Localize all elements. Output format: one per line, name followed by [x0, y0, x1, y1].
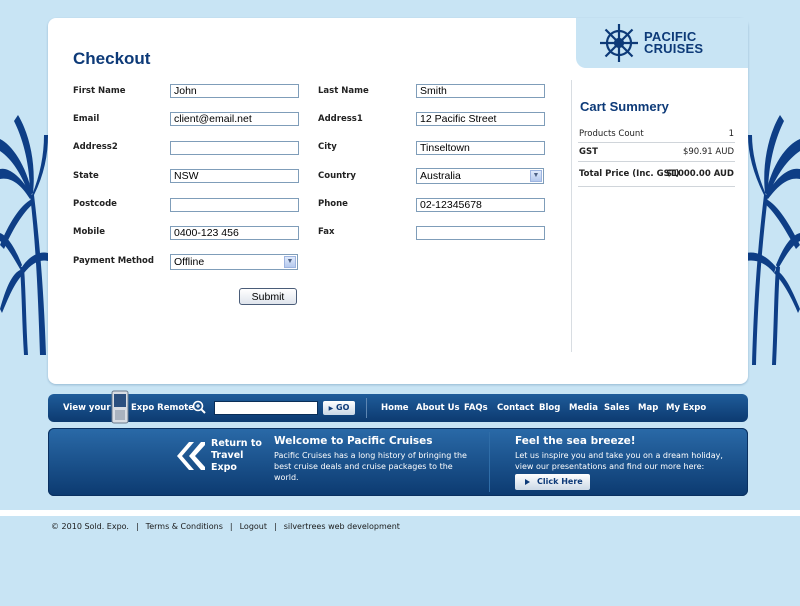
last-name-label: Last Name [318, 86, 369, 96]
address1-input[interactable]: 12 Pacific Street [416, 112, 545, 126]
search-icon [192, 400, 206, 414]
submit-button[interactable]: Submit [239, 288, 297, 305]
cart-row-value: 1 [728, 129, 734, 139]
return-to-travel-expo-link[interactable]: Return to Travel Expo [211, 438, 262, 474]
footer-separator: | [135, 522, 139, 531]
postcode-label: Postcode [73, 199, 117, 209]
welcome-body: Pacific Cruises has a long history of br… [274, 450, 467, 483]
cart-divider [578, 142, 735, 143]
promo-divider [489, 432, 490, 492]
fax-input[interactable] [416, 226, 545, 240]
go-label: GO [336, 403, 350, 412]
breeze-body: Let us inspire you and take you on a dre… [515, 450, 723, 472]
page-title: Checkout [73, 49, 151, 68]
breeze-line: Let us inspire you and take you on a dre… [515, 451, 723, 460]
brand-line-2: CRUISES [644, 41, 704, 56]
play-arrow-icon [525, 479, 530, 485]
welcome-title: Welcome to Pacific Cruises [274, 435, 433, 447]
return-line: Return to [211, 438, 262, 449]
address2-label: Address2 [73, 142, 118, 152]
payment-method-select[interactable]: Offline ▼ [170, 254, 298, 270]
copyright-text: © 2010 Sold. Expo. [51, 522, 129, 531]
cart-row-label: Total Price (Inc. GST) [579, 169, 680, 179]
breeze-title: Feel the sea breeze! [515, 435, 636, 447]
postcode-input[interactable] [170, 198, 299, 212]
nav-link-map[interactable]: Map [638, 403, 658, 413]
address2-input[interactable] [170, 141, 299, 155]
palm-tree-left-image [0, 115, 48, 355]
last-name-input[interactable]: Smith [416, 84, 545, 98]
chevron-down-icon[interactable]: ▼ [284, 256, 296, 268]
welcome-line: Pacific Cruises has a long history of br… [274, 451, 467, 460]
footer-separator: | [229, 522, 233, 531]
cart-summary-title: Cart Summery [580, 99, 669, 114]
footer-link-silvertrees[interactable]: silvertrees web development [284, 522, 400, 531]
cart-divider [578, 161, 735, 162]
palm-tree-right-image [746, 115, 800, 365]
breeze-line: view our presentations and find our more… [515, 462, 705, 471]
cart-row-products-count: Products Count 1 [579, 129, 734, 143]
welcome-line: world. [274, 473, 299, 482]
expo-remote-label: Expo Remote [131, 403, 195, 413]
cart-divider [578, 186, 735, 187]
checkout-card [48, 18, 748, 384]
return-line: Expo [211, 462, 237, 473]
country-select[interactable]: Australia ▼ [416, 168, 544, 184]
nav-link-faqs[interactable]: FAQs [464, 403, 488, 413]
go-button[interactable]: ▶ GO [323, 401, 355, 415]
brand-logo[interactable]: PACIFIC CRUISES [598, 22, 703, 64]
cart-row-value: $90.91 AUD [682, 147, 734, 157]
email-label: Email [73, 114, 100, 124]
cart-row-label: GST [579, 147, 598, 157]
nav-divider [366, 398, 367, 418]
nav-link-contact[interactable]: Contact [497, 403, 534, 413]
address1-label: Address1 [318, 114, 363, 124]
nav-link-home[interactable]: Home [381, 403, 409, 413]
nav-link-blog[interactable]: Blog [539, 403, 560, 413]
cart-row-value: $1000.00 AUD [666, 169, 734, 179]
nav-link-media[interactable]: Media [569, 403, 598, 413]
mobile-label: Mobile [73, 227, 105, 237]
cart-row-gst: GST $90.91 AUD [579, 147, 734, 161]
fax-label: Fax [318, 227, 335, 237]
nav-link-about-us[interactable]: About Us [416, 403, 460, 413]
nav-link-my-expo[interactable]: My Expo [666, 403, 706, 413]
footer-link-logout[interactable]: Logout [240, 522, 267, 531]
double-chevron-left-icon[interactable] [175, 440, 205, 472]
footer-link-terms[interactable]: Terms & Conditions [146, 522, 223, 531]
first-name-label: First Name [73, 86, 126, 96]
chevron-down-icon[interactable]: ▼ [530, 170, 542, 182]
state-label: State [73, 171, 99, 181]
nav-link-sales[interactable]: Sales [604, 403, 630, 413]
ship-wheel-icon [600, 24, 638, 62]
country-label: Country [318, 171, 356, 181]
first-name-input[interactable]: John [170, 84, 299, 98]
search-input[interactable] [214, 401, 318, 415]
return-line: Travel [211, 450, 244, 461]
footer-separator: | [274, 522, 277, 531]
click-here-button[interactable]: Click Here [515, 474, 590, 490]
welcome-line: best cruise deals and cruise packages to… [274, 462, 453, 471]
mobile-phone-icon [111, 390, 129, 424]
view-your-label: View your [63, 403, 111, 413]
cart-row-total: Total Price (Inc. GST) $1000.00 AUD [579, 169, 734, 183]
city-input[interactable]: Tinseltown [416, 141, 545, 155]
payment-method-value: Offline [174, 256, 205, 268]
cart-row-label: Products Count [579, 129, 644, 139]
mobile-input[interactable]: 0400-123 456 [170, 226, 299, 240]
city-label: City [318, 142, 337, 152]
phone-input[interactable]: 02-12345678 [416, 198, 545, 212]
column-divider [571, 80, 572, 352]
go-arrow-icon: ▶ [328, 405, 334, 412]
state-input[interactable]: NSW [170, 169, 299, 183]
country-value: Australia [420, 170, 461, 182]
click-here-label: Click Here [537, 477, 583, 486]
phone-label: Phone [318, 199, 348, 209]
payment-method-label: Payment Method [73, 256, 154, 266]
email-input[interactable]: client@email.net [170, 112, 299, 126]
footer-links: © 2010 Sold. Expo. | Terms & Conditions | Lo… [51, 522, 400, 531]
